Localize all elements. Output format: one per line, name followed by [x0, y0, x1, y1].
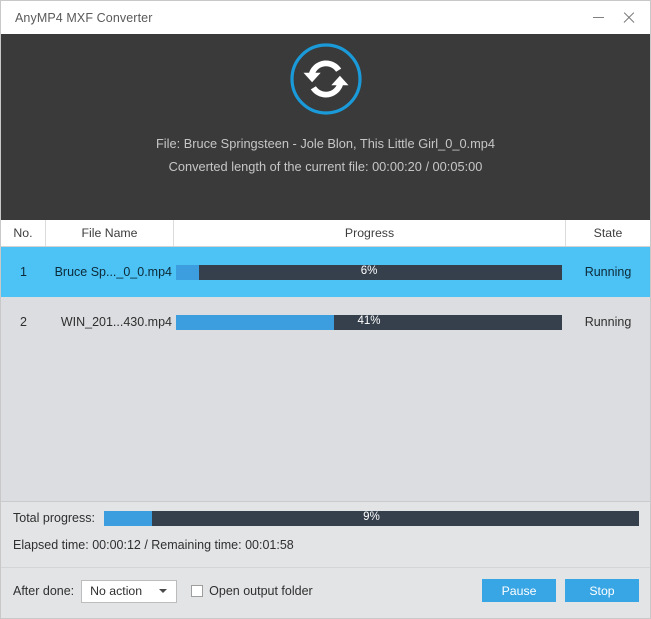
row-progress-cell: 41% — [174, 297, 566, 347]
footer-action-buttons: Pause Stop — [482, 579, 639, 602]
app-window: AnyMP4 MXF Converter File: Bruce Springs… — [0, 0, 651, 619]
table-row[interactable]: 2 WIN_201...430.mp4 41% Running — [1, 297, 650, 347]
row-number: 1 — [20, 265, 27, 279]
progress-bar-label: 6% — [360, 265, 378, 278]
close-icon — [622, 11, 635, 24]
after-done-label: After done: — [13, 584, 75, 598]
total-progress-label: Total progress: — [13, 511, 95, 525]
hero-text-lines: File: Bruce Springsteen - Jole Blon, Thi… — [1, 132, 650, 178]
total-progress-section: Total progress: 9% Elapsed time: 00:00:1… — [1, 502, 650, 567]
progress-bar-label: 41% — [357, 315, 381, 328]
sync-circle-icon — [288, 34, 364, 117]
elapsed-remaining-time: Elapsed time: 00:00:12 / Remaining time:… — [13, 538, 294, 552]
converted-length-line: Converted length of the current file: 00… — [168, 159, 483, 174]
close-button[interactable] — [614, 5, 642, 31]
open-output-folder-checkbox[interactable]: Open output folder — [191, 584, 313, 598]
column-header-file-name: File Name — [46, 220, 174, 246]
after-done-select[interactable]: No action — [81, 579, 178, 603]
conversion-status-panel: File: Bruce Springsteen - Jole Blon, Thi… — [1, 34, 650, 220]
title-bar: AnyMP4 MXF Converter — [1, 1, 650, 34]
open-output-folder-label: Open output folder — [209, 584, 313, 598]
row-state: Running — [584, 315, 632, 329]
pause-button[interactable]: Pause — [482, 579, 556, 602]
row-progress-cell: 6% — [174, 247, 566, 297]
task-list[interactable]: 1 Bruce Sp..._0_0.mp4 6% Running 2 WIN_2… — [1, 247, 650, 501]
row-state: Running — [584, 265, 632, 279]
column-header-no: No. — [1, 220, 46, 246]
progress-bar: 6% — [176, 264, 562, 280]
window-controls — [584, 1, 642, 34]
minimize-button[interactable] — [584, 5, 612, 31]
progress-bar: 41% — [176, 314, 562, 330]
stop-button[interactable]: Stop — [565, 579, 639, 602]
total-progress-bar: 9% — [103, 510, 639, 526]
row-file-name: Bruce Sp..._0_0.mp4 — [54, 265, 172, 279]
total-progress-row: Total progress: 9% — [1, 502, 650, 534]
column-header-state: State — [593, 226, 623, 240]
column-header-progress: Progress — [174, 220, 566, 246]
checkbox-box-icon — [191, 585, 204, 597]
task-table-header: No. File Name Progress State — [1, 220, 650, 247]
row-number: 2 — [20, 315, 27, 329]
current-file-line: File: Bruce Springsteen - Jole Blon, Thi… — [155, 136, 496, 151]
footer-bar: After done: No action Open output folder… — [1, 567, 650, 614]
total-progress-bar-label: 9% — [363, 511, 380, 524]
table-row[interactable]: 1 Bruce Sp..._0_0.mp4 6% Running — [1, 247, 650, 297]
row-file-name: WIN_201...430.mp4 — [60, 315, 172, 329]
minimize-icon — [592, 17, 604, 18]
window-title: AnyMP4 MXF Converter — [15, 10, 153, 25]
chevron-down-icon — [159, 589, 168, 593]
after-done-value: No action — [90, 584, 143, 598]
